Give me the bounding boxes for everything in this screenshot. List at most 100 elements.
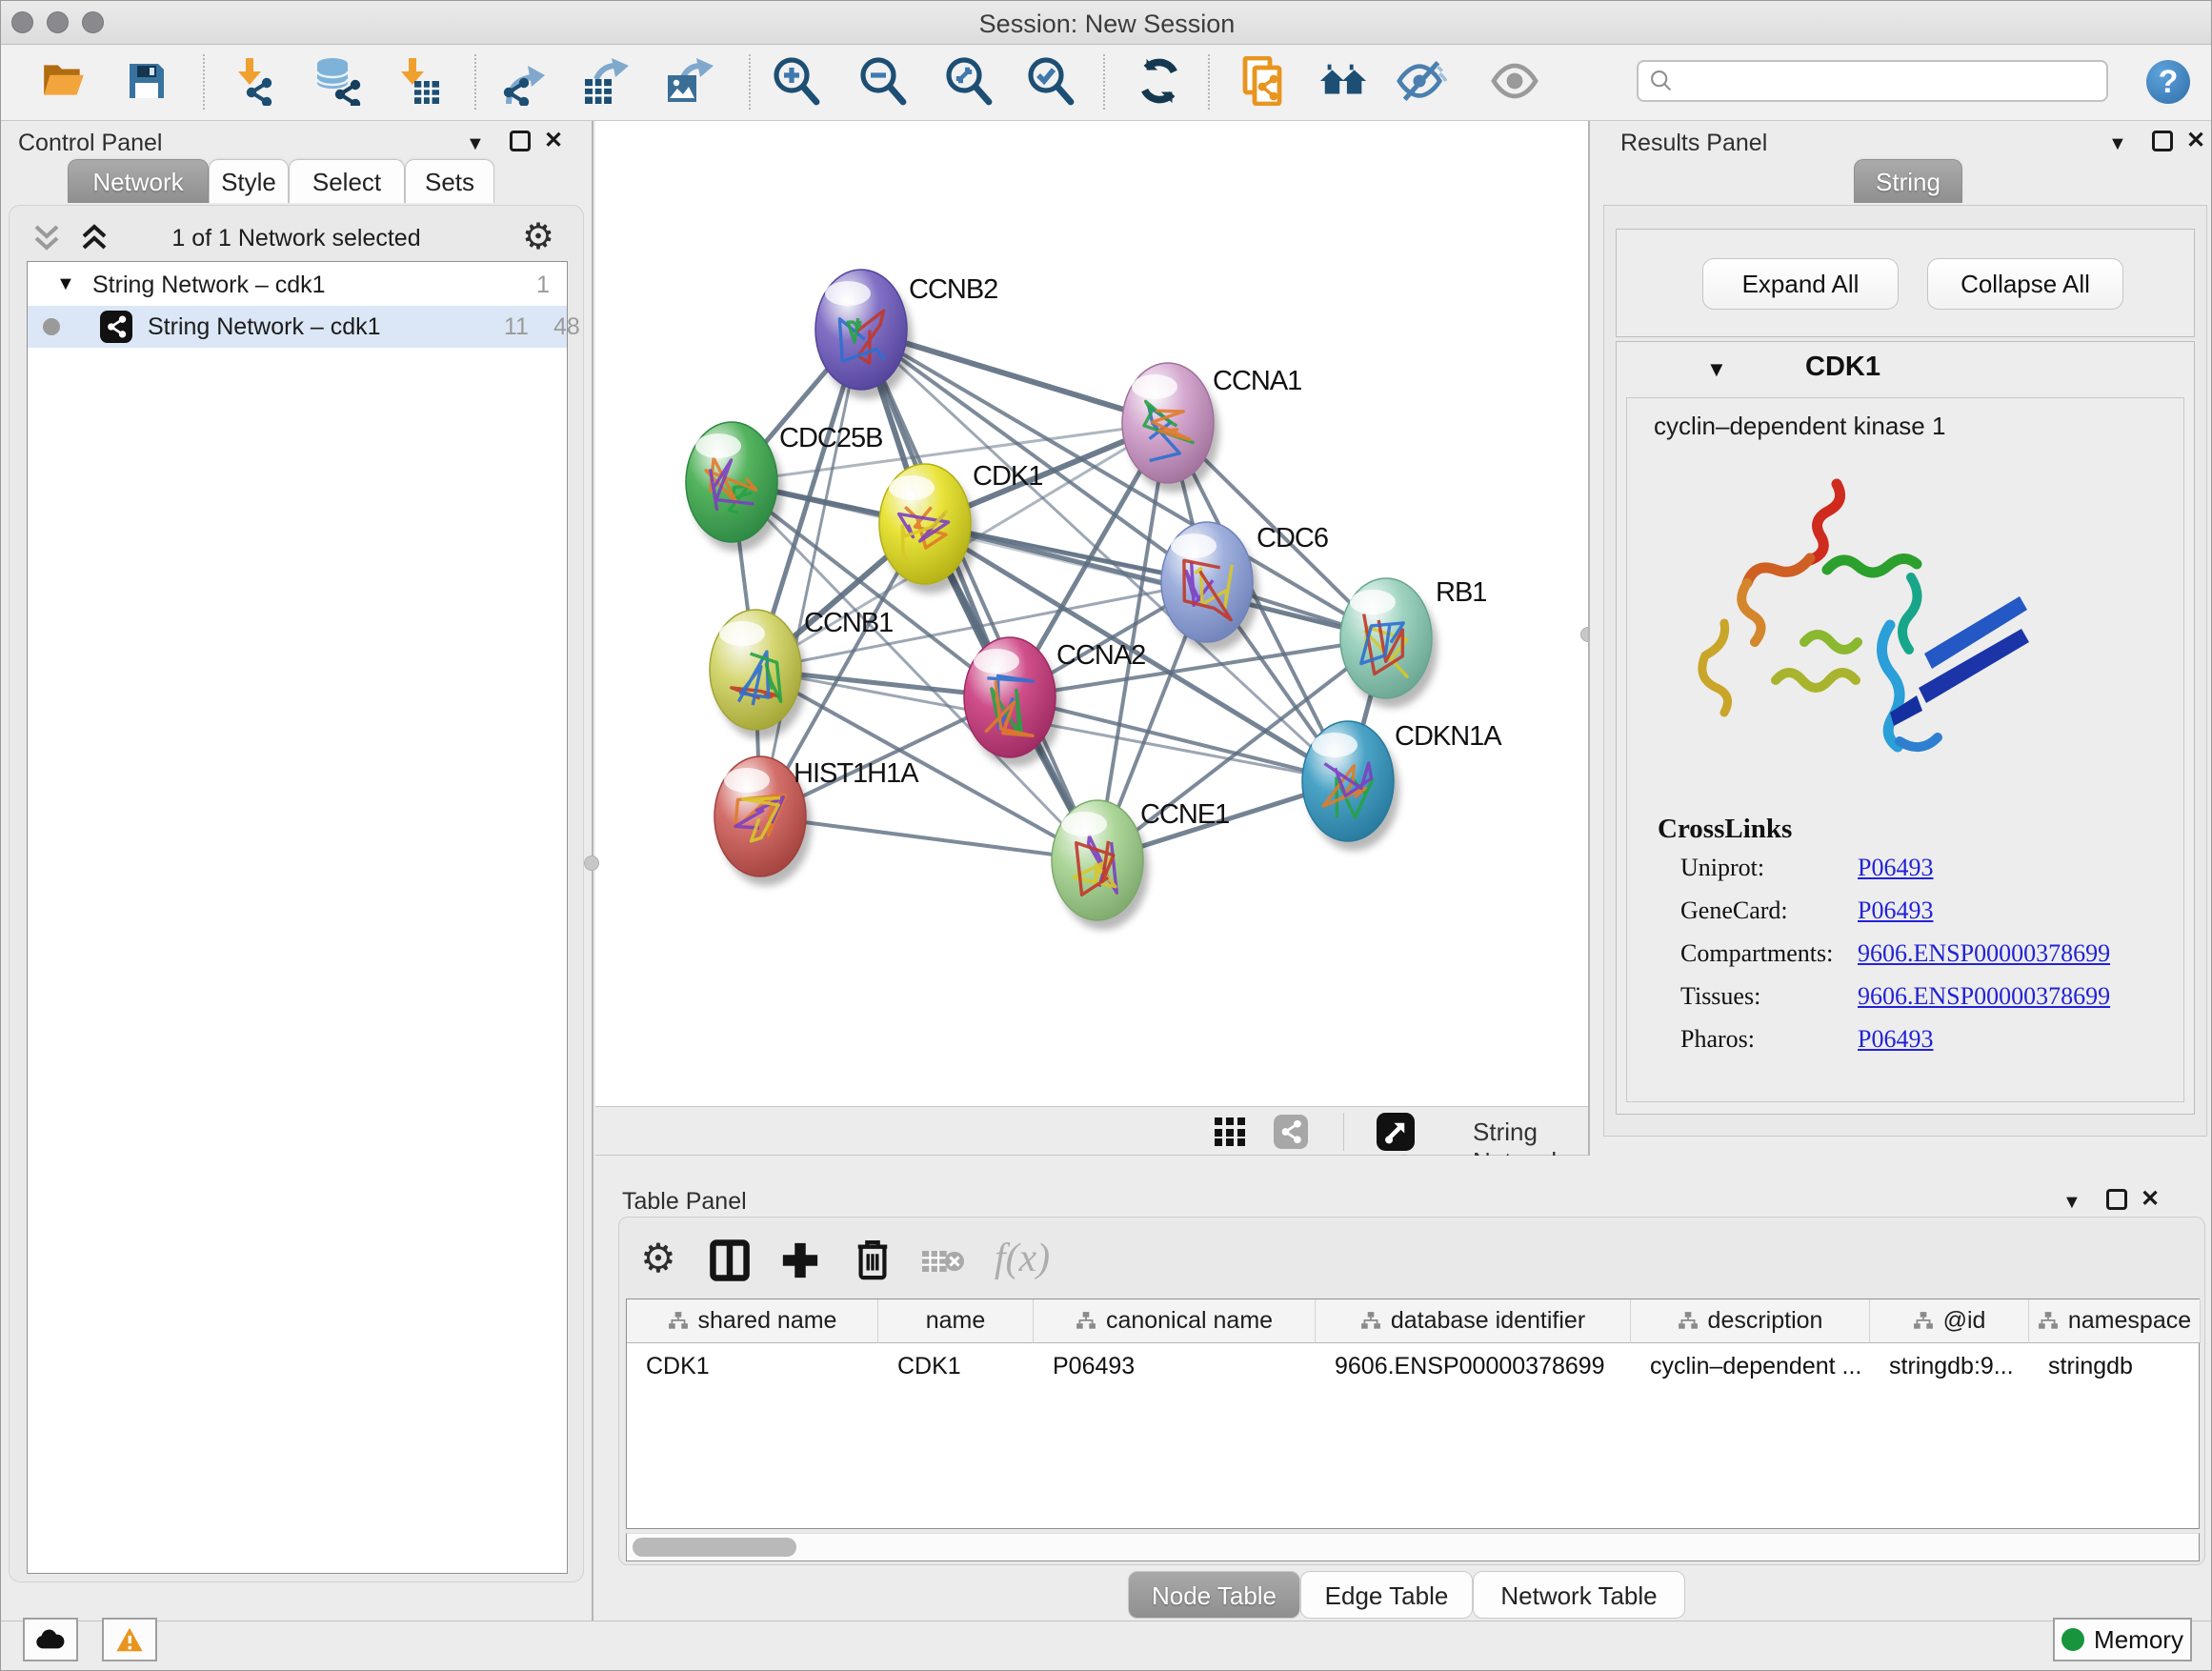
collapse-all-button[interactable]: Collapse All	[1927, 258, 2123, 310]
import-table-from-file-button[interactable]	[390, 54, 443, 108]
hide-selection-button[interactable]	[1395, 54, 1448, 108]
tab-select[interactable]: Select	[289, 159, 405, 203]
table-cell[interactable]: stringdb	[2029, 1345, 2201, 1387]
column-type-icon	[668, 1311, 689, 1332]
table-cell[interactable]: cyclin–dependent ...	[1631, 1345, 1870, 1387]
network-node-ccna1[interactable]: CCNA1	[1122, 363, 1301, 493]
first-neighbors-button[interactable]	[1317, 54, 1371, 108]
zoom-in-button[interactable]	[769, 54, 822, 108]
tab-network[interactable]: Network	[68, 159, 209, 203]
table-horizontal-scrollbar[interactable]	[626, 1533, 2200, 1561]
main-toolbar: ?	[1, 45, 2212, 121]
save-session-button[interactable]	[120, 54, 173, 108]
network-node-rb1[interactable]: RB1	[1340, 577, 1486, 708]
tab-style[interactable]: Style	[209, 159, 289, 203]
delete-column-trash-icon[interactable]	[853, 1238, 893, 1281]
table-cell[interactable]: 9606.ENSP00000378699	[1316, 1345, 1631, 1387]
zoom-selected-button[interactable]	[1023, 54, 1076, 108]
column-header-database-identifier[interactable]: database identifier	[1316, 1299, 1631, 1343]
column-header-namespace[interactable]: namespace	[2029, 1299, 2201, 1343]
node-label: CCNB1	[804, 608, 893, 638]
import-network-from-file-button[interactable]	[227, 54, 280, 108]
table-settings-gear-icon[interactable]: ⚙	[640, 1235, 676, 1281]
network-node-ccne1[interactable]: CCNE1	[1052, 799, 1229, 930]
zoom-fit-button[interactable]	[941, 54, 995, 108]
open-in-new-window-icon[interactable]	[1377, 1113, 1415, 1151]
open-session-button[interactable]	[37, 54, 90, 108]
tab-edge-table[interactable]: Edge Table	[1300, 1571, 1473, 1619]
network-node-ccna2[interactable]: CCNA2	[964, 637, 1145, 767]
crosslink-value-link[interactable]: P06493	[1858, 1025, 1933, 1054]
houses-icon	[1318, 55, 1370, 107]
zoom-in-icon	[771, 56, 820, 106]
crosslink-value-link[interactable]: 9606.ENSP00000378699	[1858, 939, 2110, 968]
table-cell[interactable]: P06493	[1034, 1345, 1316, 1387]
export-table-button[interactable]	[579, 54, 633, 108]
node-label: HIST1H1A	[794, 758, 919, 789]
function-builder-icon[interactable]: f(x)	[995, 1236, 1050, 1281]
crosslink-value-link[interactable]: P06493	[1858, 896, 1933, 925]
table-cell[interactable]: CDK1	[627, 1345, 878, 1387]
crosslink-value-link[interactable]: 9606.ENSP00000378699	[1858, 982, 2110, 1011]
panel-close-icon[interactable]: ✕	[2186, 130, 2205, 152]
section-title: CDK1	[1805, 352, 1880, 383]
scrollbar-thumb[interactable]	[633, 1538, 796, 1557]
network-type-icon[interactable]	[1274, 1115, 1308, 1149]
network-node-cdk1[interactable]: CDK1	[879, 461, 1042, 594]
panel-close-icon[interactable]: ✕	[544, 130, 563, 152]
help-button[interactable]: ?	[2146, 60, 2190, 104]
left-splitter-handle[interactable]	[584, 856, 599, 871]
delete-table-icon[interactable]	[922, 1247, 964, 1276]
search-input[interactable]	[1675, 64, 2106, 98]
network-edge[interactable]	[760, 330, 861, 816]
zoom-out-button[interactable]	[855, 54, 909, 108]
tab-sets[interactable]: Sets	[405, 159, 494, 203]
column-header-name[interactable]: name	[878, 1299, 1034, 1343]
create-column-plus-icon[interactable]	[780, 1239, 820, 1281]
panel-maximize-icon[interactable]	[510, 131, 531, 151]
network-node-cdkn1a[interactable]: CDKN1A	[1302, 721, 1502, 851]
network-collection-row[interactable]: ▼ String Network – cdk1 1	[28, 270, 567, 308]
tab-string[interactable]: String	[1854, 159, 1962, 203]
tab-node-table[interactable]: Node Table	[1128, 1571, 1300, 1619]
panel-maximize-icon[interactable]	[2106, 1189, 2127, 1210]
refresh-button[interactable]	[1133, 54, 1186, 108]
birds-eye-grid-icon[interactable]	[1215, 1117, 1247, 1146]
network-options-gear-icon[interactable]: ⚙	[522, 215, 554, 258]
protein-structure-image	[1665, 455, 2065, 779]
import-network-from-database-button[interactable]	[310, 54, 363, 108]
panel-close-icon[interactable]: ✕	[2141, 1188, 2160, 1211]
network-row-selected[interactable]: String Network – cdk1 11 48	[28, 306, 567, 348]
network-node-cdc6[interactable]: CDC6	[1161, 522, 1328, 652]
panel-float-icon[interactable]: ▼	[466, 132, 485, 155]
memory-button[interactable]: Memory	[2053, 1618, 2192, 1661]
panel-maximize-icon[interactable]	[2152, 131, 2173, 151]
panel-float-icon[interactable]: ▼	[2062, 1191, 2081, 1214]
tree-expander-icon[interactable]: ▼	[56, 273, 75, 295]
cloud-status-button[interactable]	[23, 1618, 78, 1661]
expand-all-button[interactable]: Expand All	[1702, 258, 1899, 310]
table-cell[interactable]: CDK1	[878, 1345, 1034, 1387]
tab-network-table[interactable]: Network Table	[1473, 1571, 1685, 1619]
column-header-canonical-name[interactable]: canonical name	[1034, 1299, 1316, 1343]
duplicate-network-button[interactable]	[1237, 54, 1291, 108]
column-header--id[interactable]: @id	[1870, 1299, 2029, 1343]
show-columns-icon[interactable]	[710, 1239, 750, 1281]
section-expander-icon[interactable]: ▼	[1706, 357, 1727, 382]
crosslink-value-link[interactable]: P06493	[1858, 854, 1933, 882]
network-node-ccnb2[interactable]: CCNB2	[815, 270, 997, 399]
export-image-button[interactable]	[662, 54, 715, 108]
results-panel: Results Panel ▼ ✕ String Expand All Coll…	[1588, 121, 2212, 1165]
panel-float-icon[interactable]: ▼	[2108, 132, 2127, 155]
cloud-icon	[35, 1628, 66, 1651]
warnings-button[interactable]	[102, 1618, 157, 1661]
export-network-button[interactable]	[499, 54, 553, 108]
network-node-hist1h1a[interactable]: HIST1H1A	[714, 756, 919, 886]
column-header-description[interactable]: description	[1631, 1299, 1870, 1343]
network-node-cdc25b[interactable]: CDC25B	[686, 422, 882, 552]
column-header-shared-name[interactable]: shared name	[627, 1299, 878, 1343]
network-canvas[interactable]: CCNB2 CCNA1 CDC25BCDK1 CDC6RB1 CCNB1 CCNA2 CDK…	[595, 121, 1588, 1106]
table-cell[interactable]: stringdb:9...	[1870, 1345, 2029, 1387]
show-all-button[interactable]	[1488, 54, 1541, 108]
export-table-icon	[581, 56, 631, 106]
